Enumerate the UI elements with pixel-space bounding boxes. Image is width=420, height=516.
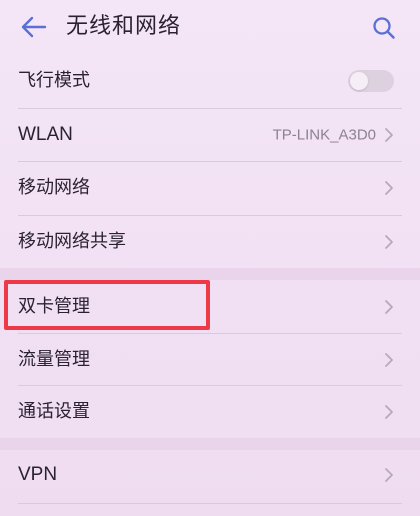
search-icon — [373, 17, 395, 39]
settings-item-tethering[interactable]: 移动网络共享 — [0, 215, 420, 269]
back-button[interactable] — [18, 12, 50, 42]
settings-item-label: VPN — [18, 464, 58, 485]
settings-item-label: 流量管理 — [18, 349, 90, 370]
settings-item-label: 飞行模式 — [18, 70, 90, 91]
chevron-right-icon — [385, 405, 393, 419]
settings-item-mobile-network[interactable]: 移动网络 — [0, 161, 420, 215]
airplane-mode-toggle[interactable] — [348, 70, 394, 92]
settings-item-label: 移动网络 — [18, 177, 90, 198]
settings-item-airplane-mode[interactable]: 飞行模式 — [0, 54, 420, 108]
arrow-left-icon — [21, 16, 47, 38]
chevron-right-icon — [385, 235, 393, 249]
settings-item-data-usage[interactable]: 流量管理 — [0, 333, 420, 387]
settings-item-wlan[interactable]: WLAN TP-LINK_A3D0 — [0, 108, 420, 162]
section-gap — [0, 268, 420, 280]
settings-item-vpn[interactable]: VPN — [0, 448, 420, 502]
settings-item-label: 通话设置 — [18, 401, 90, 422]
toggle-knob — [350, 72, 368, 90]
chevron-right-icon — [385, 468, 393, 482]
chevron-right-icon — [385, 181, 393, 195]
page-title: 无线和网络 — [66, 14, 182, 39]
chevron-right-icon — [385, 353, 393, 367]
settings-screen: 无线和网络 飞行模式 WLAN TP-LINK_A3D0 移动网络 移动网络共享… — [0, 0, 420, 516]
chevron-right-icon — [385, 128, 393, 142]
settings-item-label: 移动网络共享 — [18, 231, 126, 252]
divider — [18, 503, 402, 504]
wlan-network-name: TP-LINK_A3D0 — [272, 126, 376, 144]
chevron-right-icon — [385, 300, 393, 314]
app-header: 无线和网络 — [0, 0, 420, 54]
settings-item-label: WLAN — [18, 124, 73, 145]
search-button[interactable] — [368, 12, 400, 44]
settings-item-call-settings[interactable]: 通话设置 — [0, 385, 420, 439]
highlight-box — [4, 280, 210, 330]
